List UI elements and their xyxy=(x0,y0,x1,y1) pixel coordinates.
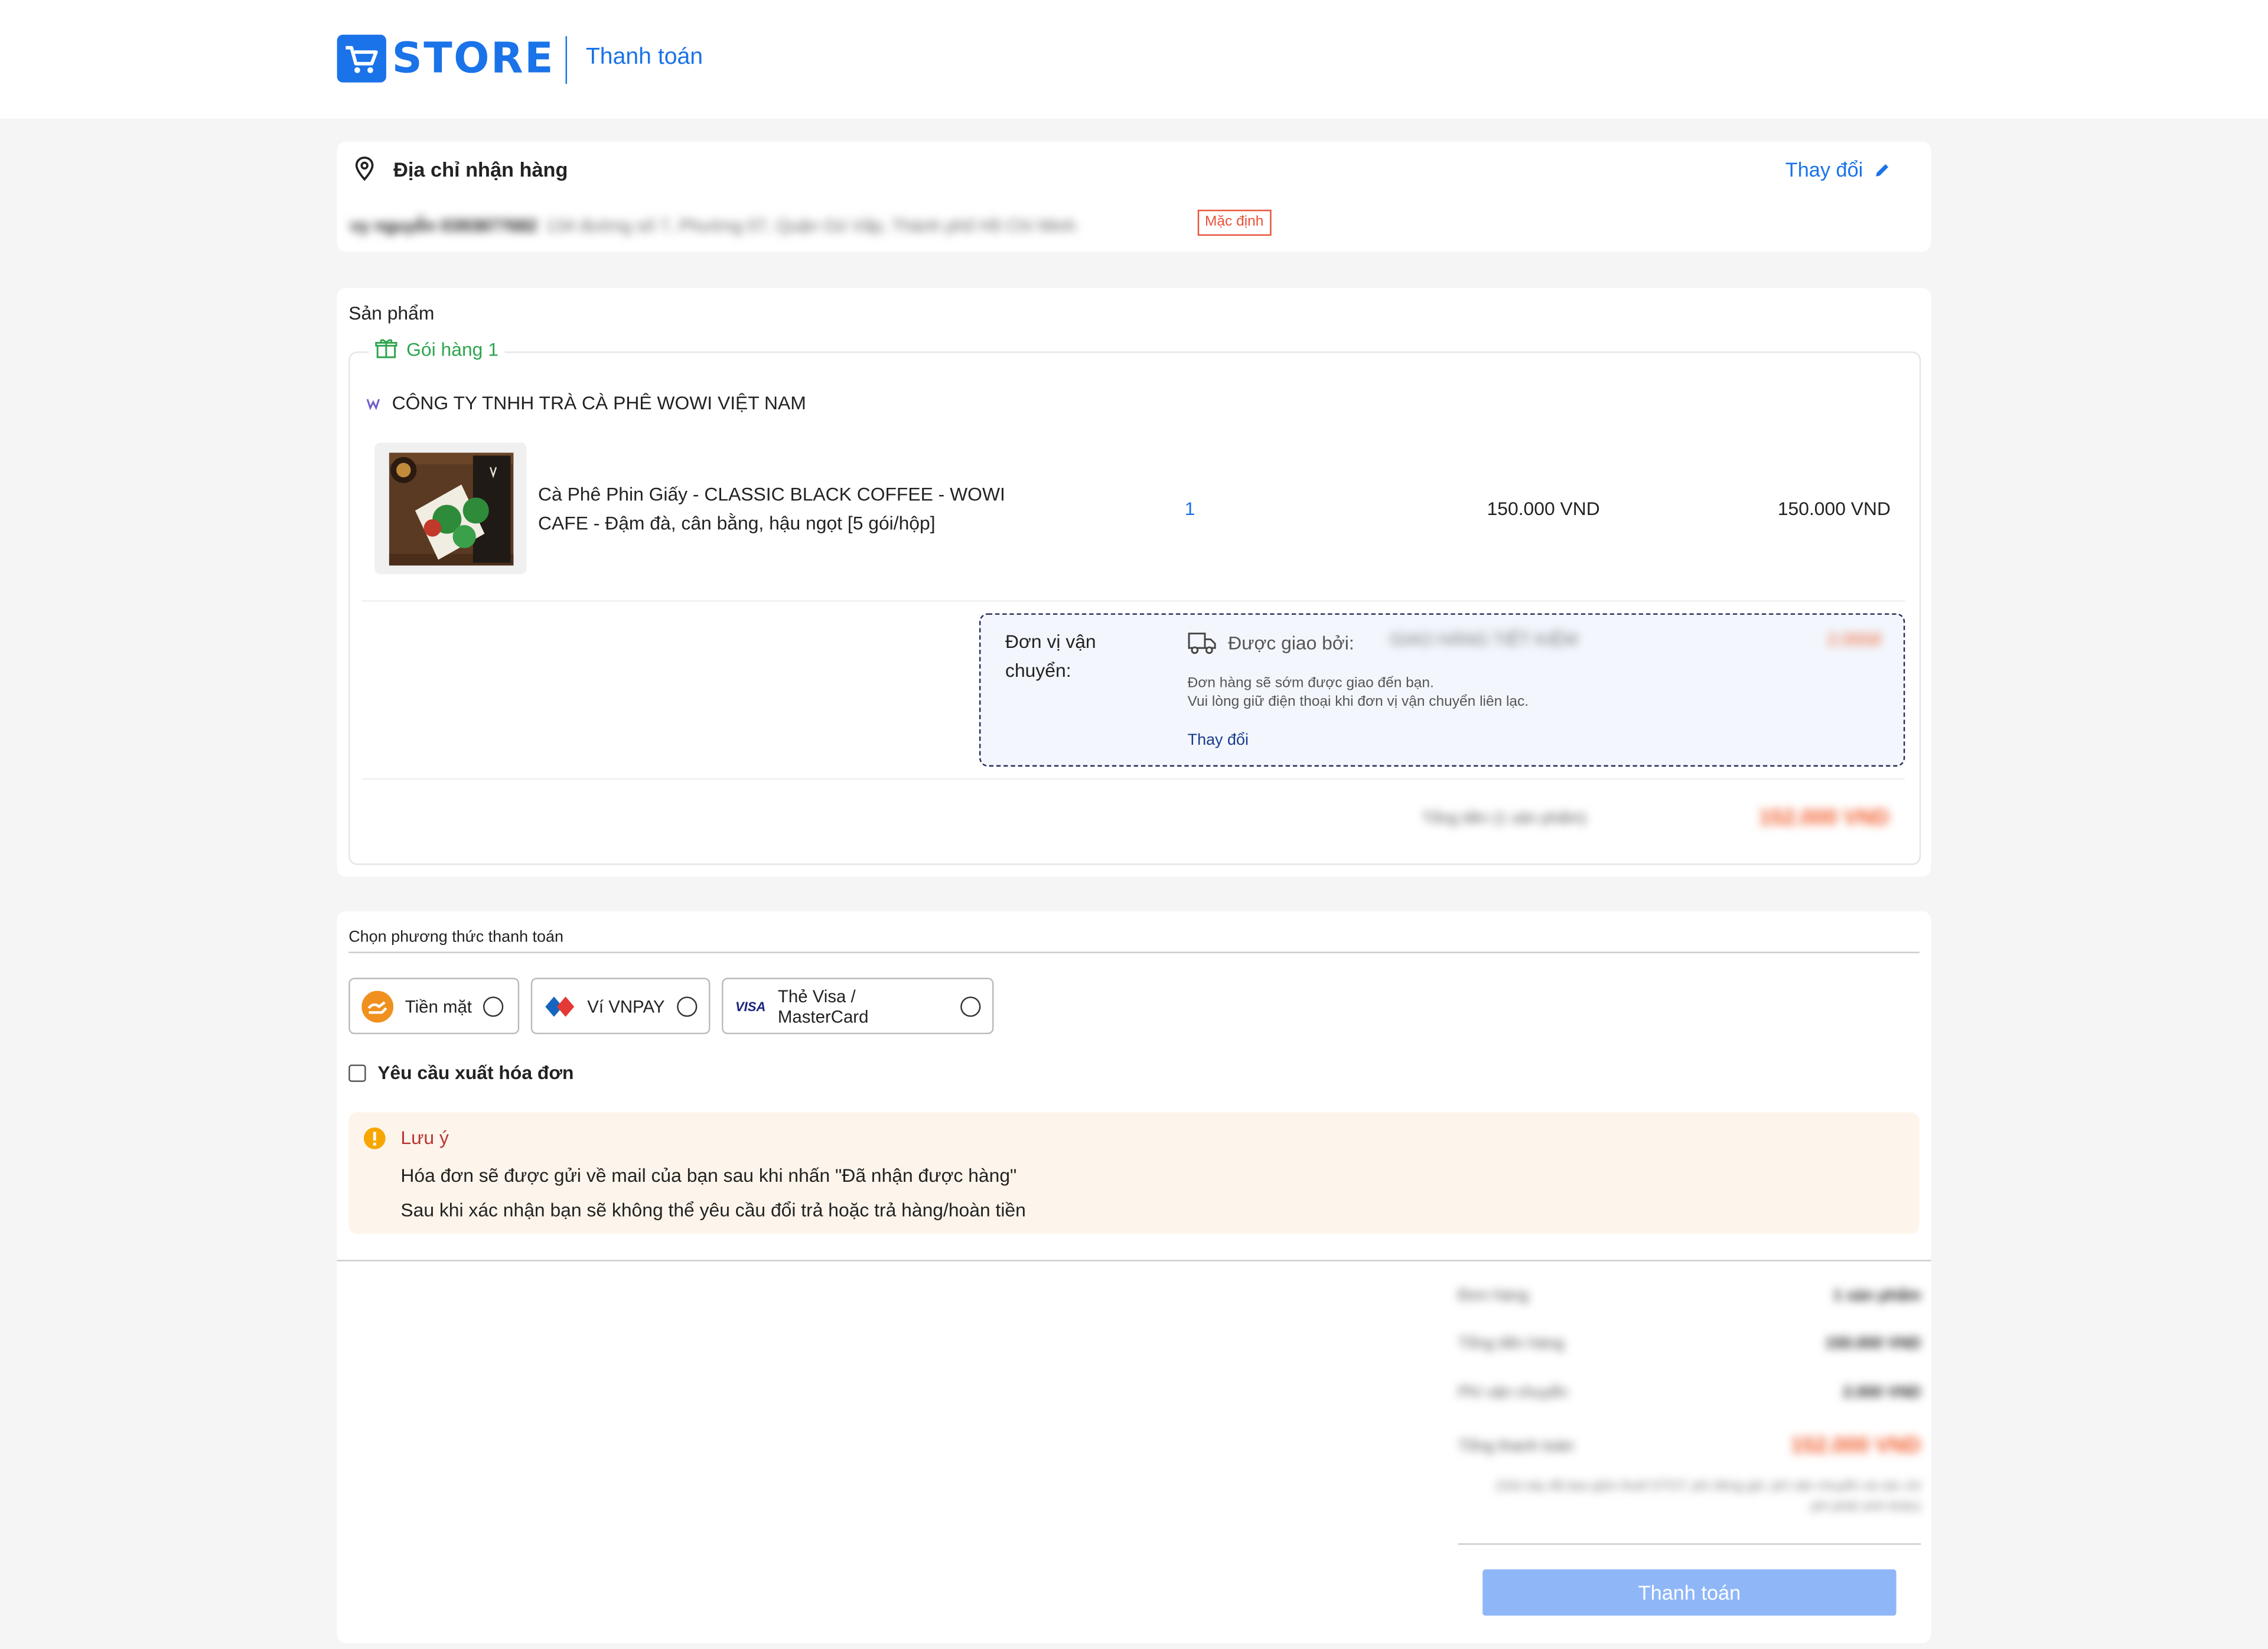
shipping-box: Đơn vị vận chuyển: Được giao bởi: GIAO H… xyxy=(979,613,1905,767)
note-line1: Hóa đơn sẽ được gửi về mail của bạn sau … xyxy=(400,1164,1017,1187)
delivery-truck-icon xyxy=(1188,633,1216,654)
address-text: 134 đường số 7, Phường 07, Quận Gò Vấp, … xyxy=(546,215,1076,236)
shop-logo-icon xyxy=(366,398,380,410)
change-shipping-link[interactable]: Thay đổi xyxy=(1188,732,1249,749)
product-thumbnail[interactable] xyxy=(374,442,527,575)
cart-icon xyxy=(337,34,386,83)
summary-label: Tổng tiền hàng xyxy=(1458,1335,1565,1353)
change-address-label: Thay đổi xyxy=(1785,157,1863,181)
shipping-note-line1: Đơn hàng sẽ sớm được giao đến bạn. xyxy=(1187,675,1434,692)
vnpay-icon xyxy=(545,996,575,1016)
location-pin-icon xyxy=(354,156,374,188)
products-card: Sản phẩm Gói hàng 1 CÔNG TY TNHH TRÀ CÀ … xyxy=(337,288,1931,877)
summary-label: Phí vận chuyển xyxy=(1458,1384,1568,1402)
recipient-info: vy nguyễn 0393877682 xyxy=(350,215,537,236)
summary-row-subtotal: Tổng tiền hàng 150.000 VND xyxy=(1458,1335,1921,1352)
product-quantity: 1 xyxy=(1184,497,1195,520)
header-divider xyxy=(565,36,568,84)
visa-icon: VISA xyxy=(735,999,766,1013)
shipping-note-line2: Vui lòng giữ điện thoại khi đơn vị vận c… xyxy=(1187,694,1529,711)
product-unit-price: 150.000 VND xyxy=(1487,497,1600,520)
shipping-label: Đơn vị vận chuyển: xyxy=(1005,630,1096,682)
delivered-by-label: Được giao bởi: xyxy=(1228,631,1354,653)
checkout-button[interactable]: Thanh toán xyxy=(1482,1569,1896,1616)
payment-option-vnpay[interactable]: Ví VNPAY xyxy=(530,977,711,1035)
radio-vnpay[interactable] xyxy=(676,996,697,1016)
divider xyxy=(361,778,1905,780)
delivered-by: Được giao bởi: xyxy=(1188,629,1354,655)
payment-method-title: Chọn phương thức thanh toán xyxy=(348,928,564,946)
address-line: vy nguyễn 0393877682 134 đường số 7, Phườ… xyxy=(350,216,1076,236)
default-badge: Mặc định xyxy=(1197,210,1271,236)
payment-card: Chọn phương thức thanh toán Tiền mặt Ví … xyxy=(337,911,1931,1644)
shipping-note: Đơn hàng sẽ sớm được giao đến bạn. Vui l… xyxy=(1188,674,1529,712)
product-name[interactable]: Cà Phê Phin Giấy - CLASSIC BLACK COFFEE … xyxy=(538,480,1051,538)
package-frame xyxy=(348,351,1921,865)
summary-fine-print: (Giá này đã bao gồm thuế GTGT, phí đóng … xyxy=(1496,1478,1921,1513)
shipping-fee: 2.000đ xyxy=(1827,629,1881,650)
summary-total-value: 152.000 VND xyxy=(1790,1433,1921,1458)
package-label-text: Gói hàng 1 xyxy=(406,338,498,360)
carrier-name: GIAO HÀNG TIẾT KIỆM xyxy=(1390,629,1578,650)
payment-option-label: Thẻ Visa / MasterCard xyxy=(777,985,869,1026)
payment-option-cash[interactable]: Tiền mặt xyxy=(348,977,520,1035)
top-bar: STORE Thanh toán xyxy=(0,0,2268,119)
summary-label: Tổng thanh toán xyxy=(1458,1438,1574,1455)
invoice-request[interactable]: Yêu cầu xuất hóa đơn xyxy=(348,1061,574,1084)
store-logo[interactable]: STORE xyxy=(337,33,555,83)
address-card: Địa chỉ nhận hàng Thay đổi vy nguyễn 039… xyxy=(337,142,1931,252)
warning-icon xyxy=(363,1127,386,1157)
cash-icon xyxy=(361,990,394,1022)
page-title: Thanh toán xyxy=(585,44,703,70)
pencil-icon xyxy=(1876,163,1889,176)
summary-value: 2.000 VND xyxy=(1843,1384,1921,1402)
summary-row-shipping: Phí vận chuyển 2.000 VND xyxy=(1458,1384,1921,1402)
payment-option-visa[interactable]: VISA Thẻ Visa / MasterCard xyxy=(722,977,994,1035)
change-address-button[interactable]: Thay đổi xyxy=(1785,158,1891,181)
note-title: Lưu ý xyxy=(400,1126,449,1149)
radio-visa[interactable] xyxy=(960,996,981,1016)
note-line2: Sau khi xác nhận bạn sẽ không thể yêu cầ… xyxy=(400,1199,1026,1221)
divider xyxy=(361,600,1905,602)
summary-row-order: Đơn hàng 1 sản phẩm xyxy=(1458,1288,1921,1305)
summary-value: 150.000 VND xyxy=(1825,1335,1921,1353)
address-title: Địa chỉ nhận hàng xyxy=(393,157,568,181)
radio-cash[interactable] xyxy=(483,996,504,1016)
invoice-checkbox[interactable] xyxy=(348,1064,366,1081)
summary-row-total: Tổng thanh toán 152.000 VND xyxy=(1458,1433,1921,1458)
summary-label: Đơn hàng xyxy=(1458,1287,1529,1305)
divider xyxy=(348,951,1920,953)
note-box: Lưu ý Hóa đơn sẽ được gửi về mail của bạ… xyxy=(348,1112,1920,1234)
payment-option-label: Tiền mặt xyxy=(405,996,472,1016)
product-total-price: 150.000 VND xyxy=(1777,497,1891,520)
package-total-label: Tổng tiền (1 sản phẩm) xyxy=(1422,810,1586,827)
coffee-package-image xyxy=(388,452,513,565)
package-total-value: 152.000 VND xyxy=(1758,806,1889,830)
summary-value: 1 sản phẩm xyxy=(1833,1287,1921,1305)
shop-row[interactable]: CÔNG TY TNHH TRÀ CÀ PHÊ WOWI VIỆT NAM xyxy=(366,392,806,414)
payment-option-label: Ví VNPAY xyxy=(587,996,665,1016)
divider xyxy=(337,1260,1931,1262)
logo-text: STORE xyxy=(392,33,555,83)
products-section-title: Sản phẩm xyxy=(348,302,435,324)
divider xyxy=(1458,1543,1921,1545)
package-label: Gói hàng 1 xyxy=(369,338,504,360)
shop-name: CÔNG TY TNHH TRÀ CÀ PHÊ WOWI VIỆT NAM xyxy=(392,392,806,414)
package-icon xyxy=(375,339,397,359)
invoice-label: Yêu cầu xuất hóa đơn xyxy=(377,1061,574,1084)
